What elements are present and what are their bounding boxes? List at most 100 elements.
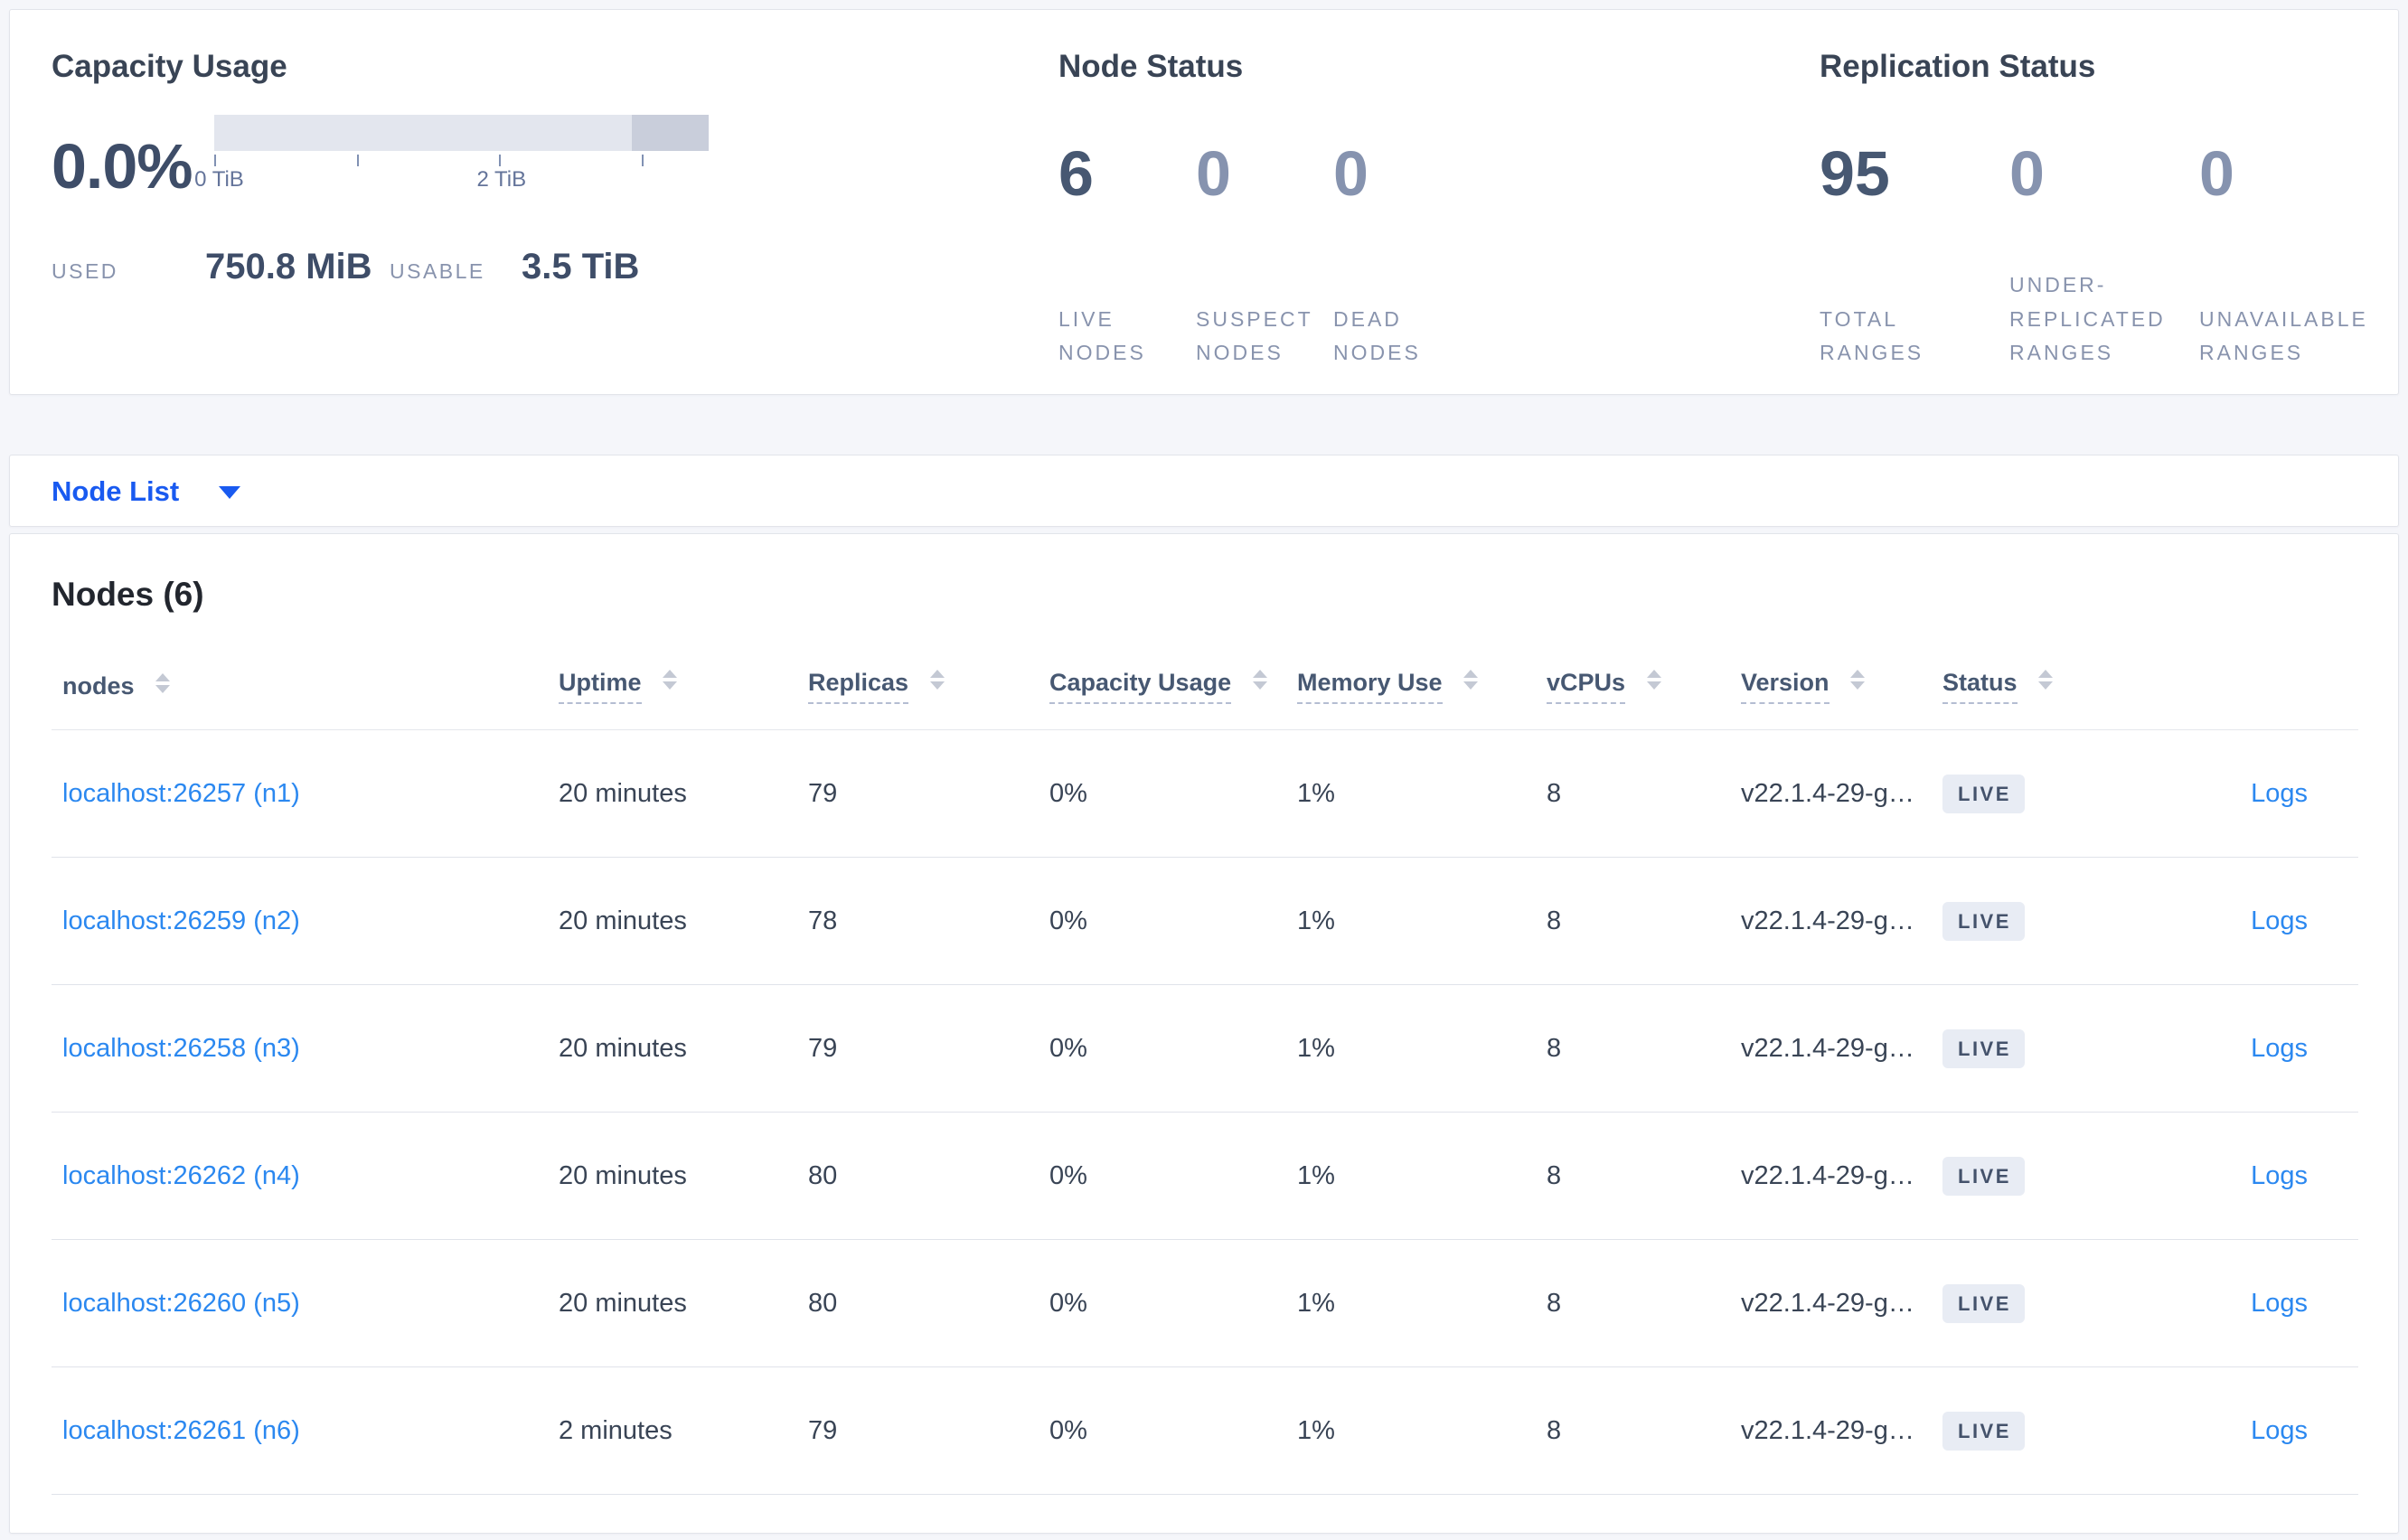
memory-cell: 1% [1286, 1366, 1536, 1495]
column-header-status[interactable]: Status [1932, 638, 2116, 730]
node-link[interactable]: localhost:26261 (n6) [62, 1416, 300, 1445]
node-link[interactable]: localhost:26257 (n1) [62, 779, 300, 808]
replicas-cell: 80 [797, 1112, 1039, 1240]
node-link[interactable]: localhost:26258 (n3) [62, 1034, 300, 1063]
total-ranges-stat: 95 TOTAL RANGES [1820, 142, 1984, 370]
sort-icon[interactable] [663, 669, 678, 690]
replicas-cell: 79 [797, 984, 1039, 1113]
column-header-vcpus[interactable]: vCPUs [1536, 638, 1730, 730]
status-badge: LIVE [1942, 1028, 2025, 1068]
sort-icon[interactable] [155, 672, 171, 693]
column-header-replicas[interactable]: Replicas [797, 638, 1039, 730]
node-link[interactable]: localhost:26262 (n4) [62, 1161, 300, 1190]
sort-icon[interactable] [2038, 669, 2054, 690]
capacity-usage-title: Capacity Usage [52, 49, 287, 84]
logs-link[interactable]: Logs [2251, 906, 2308, 935]
table-row: localhost:26258 (n3) 20 minutes 79 0% 1%… [52, 984, 2358, 1113]
column-header-logs [2116, 638, 2358, 730]
column-header-label[interactable]: Status [1942, 671, 2018, 704]
capacity-gauge-bar [214, 115, 709, 151]
node-status-title: Node Status [1058, 49, 1244, 84]
logs-link[interactable]: Logs [2251, 779, 2308, 808]
logs-link[interactable]: Logs [2251, 1161, 2308, 1190]
capacity-cell: 0% [1039, 857, 1286, 985]
replication-status-title: Replication Status [1820, 49, 2096, 84]
column-header-nodes[interactable]: nodes [52, 638, 548, 730]
capacity-percent-value: 0.0% [52, 131, 193, 202]
logs-link[interactable]: Logs [2251, 1034, 2308, 1063]
sort-icon[interactable] [1850, 669, 1866, 690]
memory-cell: 1% [1286, 984, 1536, 1113]
table-row: localhost:26260 (n5) 20 minutes 80 0% 1%… [52, 1239, 2358, 1367]
under-replicated-ranges-label: UNDER-REPLICATED RANGES [2009, 273, 2166, 364]
suspect-nodes-stat: 0 SUSPECT NODES [1196, 138, 1310, 370]
vcpus-cell: 8 [1536, 857, 1730, 985]
live-nodes-value: 6 [1058, 138, 1094, 209]
replicas-cell: 80 [797, 1239, 1039, 1367]
replicas-cell: 78 [797, 857, 1039, 985]
uptime-cell: 20 minutes [548, 984, 797, 1113]
under-replicated-ranges-value: 0 [2009, 138, 2045, 209]
node-link[interactable]: localhost:26259 (n2) [62, 906, 300, 935]
nodes-table: nodes Uptime Replicas Capacity Usage Mem… [52, 638, 2358, 1495]
capacity-cell: 0% [1039, 729, 1286, 858]
memory-cell: 1% [1286, 857, 1536, 985]
memory-cell: 1% [1286, 729, 1536, 858]
sort-icon[interactable] [1646, 669, 1661, 690]
column-header-label[interactable]: Replicas [808, 671, 909, 704]
nodes-card: Nodes (6) nodes Uptime Replicas Capacity… [9, 533, 2399, 1534]
column-header-label[interactable]: Capacity Usage [1049, 671, 1232, 704]
column-header-memory-use[interactable]: Memory Use [1286, 638, 1536, 730]
node-list-dropdown[interactable]: Node List [9, 455, 2399, 527]
column-header-uptime[interactable]: Uptime [548, 638, 797, 730]
uptime-cell: 20 minutes [548, 857, 797, 985]
column-header-version[interactable]: Version [1730, 638, 1932, 730]
version-cell: v22.1.4-29-g… [1730, 857, 1932, 985]
vcpus-cell: 8 [1536, 1366, 1730, 1495]
capacity-usage-section: Capacity Usage 0.0% 0 TiB 2 TiB USED 750… [52, 51, 992, 287]
unavailable-ranges-label: UNAVAILABLE RANGES [2199, 306, 2368, 364]
sort-icon[interactable] [929, 669, 945, 690]
version-cell: v22.1.4-29-g… [1730, 1239, 1932, 1367]
cluster-summary-panel: Capacity Usage 0.0% 0 TiB 2 TiB USED 750… [9, 9, 2399, 395]
status-badge: LIVE [1942, 1411, 2025, 1451]
capacity-cell: 0% [1039, 984, 1286, 1113]
axis-tick [357, 155, 360, 166]
logs-link[interactable]: Logs [2251, 1416, 2308, 1445]
unavailable-ranges-stat: 0 UNAVAILABLE RANGES [2199, 142, 2368, 370]
used-label: USED [52, 259, 118, 283]
total-ranges-value: 95 [1820, 138, 1890, 209]
memory-cell: 1% [1286, 1112, 1536, 1240]
chevron-down-icon [219, 486, 241, 499]
column-header-label[interactable]: Version [1741, 671, 1830, 704]
usable-value: 3.5 TiB [522, 247, 640, 286]
suspect-nodes-value: 0 [1196, 138, 1231, 209]
uptime-cell: 20 minutes [548, 729, 797, 858]
column-header-label[interactable]: Memory Use [1297, 671, 1443, 704]
replication-status-section: Replication Status 95 TOTAL RANGES 0 UND… [1820, 51, 2389, 370]
vcpus-cell: 8 [1536, 1239, 1730, 1367]
axis-label-0tib: 0 TiB [194, 167, 244, 192]
used-value: 750.8 MiB [205, 247, 372, 286]
version-cell: v22.1.4-29-g… [1730, 729, 1932, 858]
sort-icon[interactable] [1463, 669, 1479, 690]
nodes-section-title: Nodes (6) [52, 576, 204, 613]
table-row: localhost:26257 (n1) 20 minutes 79 0% 1%… [52, 729, 2358, 858]
status-badge: LIVE [1942, 1283, 2025, 1323]
capacity-cell: 0% [1039, 1112, 1286, 1240]
column-header-label[interactable]: vCPUs [1547, 671, 1626, 704]
column-header-label[interactable]: Uptime [559, 671, 642, 704]
sort-icon[interactable] [1252, 669, 1267, 690]
logs-link[interactable]: Logs [2251, 1289, 2308, 1318]
column-header-capacity-usage[interactable]: Capacity Usage [1039, 638, 1286, 730]
node-list-dropdown-label[interactable]: Node List [52, 477, 179, 505]
column-header-label[interactable]: nodes [62, 674, 135, 699]
node-link[interactable]: localhost:26260 (n5) [62, 1289, 300, 1318]
vcpus-cell: 8 [1536, 729, 1730, 858]
axis-tick [214, 155, 216, 166]
capacity-cell: 0% [1039, 1239, 1286, 1367]
axis-label-2tib: 2 TiB [476, 167, 527, 192]
version-cell: v22.1.4-29-g… [1730, 1112, 1932, 1240]
uptime-cell: 20 minutes [548, 1112, 797, 1240]
dead-nodes-label: DEAD NODES [1333, 306, 1421, 364]
